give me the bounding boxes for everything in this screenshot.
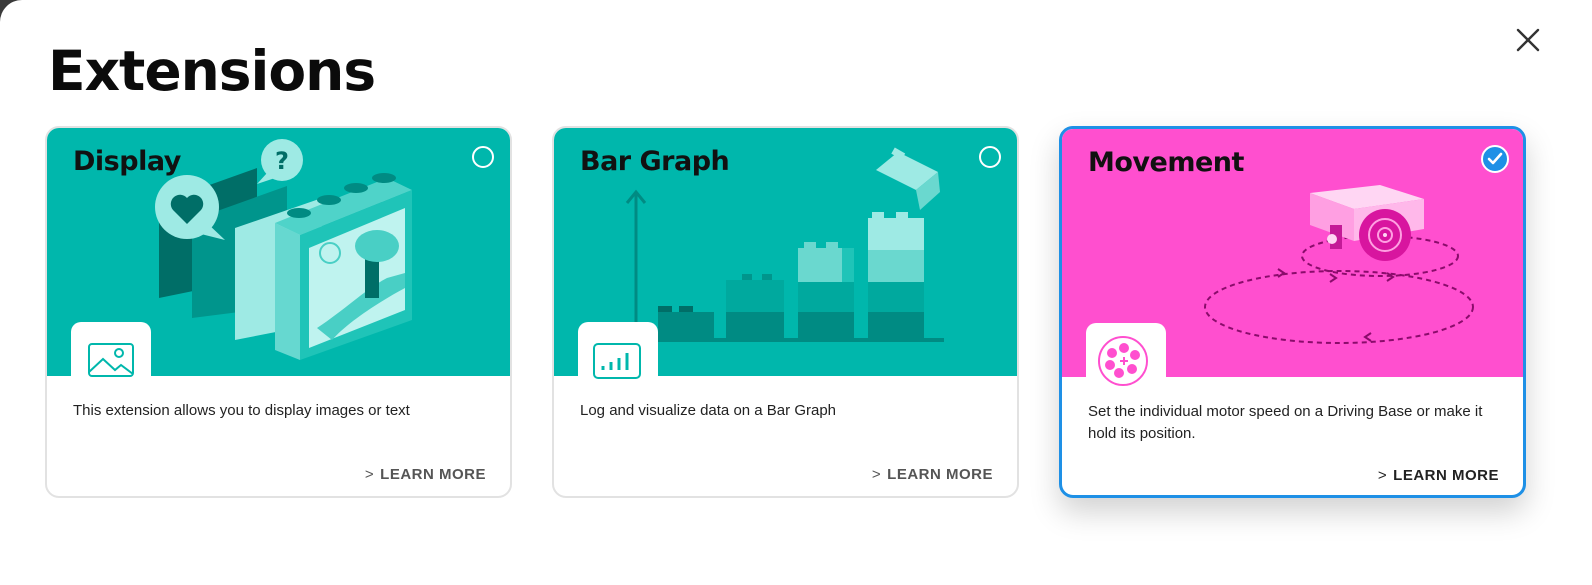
check-icon — [1487, 152, 1503, 165]
extension-card-bar-graph[interactable]: Bar Graph Log and visualize data on a Ba… — [552, 126, 1019, 498]
extensions-dialog: Extensions ? Display This extension allo… — [0, 0, 1592, 585]
card-title: Movement — [1088, 147, 1244, 178]
card-description: Log and visualize data on a Bar Graph — [580, 402, 837, 419]
learn-more-label: LEARN MORE — [887, 466, 993, 483]
select-radio-display[interactable] — [472, 146, 494, 168]
chevron-right-icon: > — [364, 466, 375, 483]
close-icon — [1516, 28, 1540, 52]
learn-more-link[interactable]: > LEARN MORE — [872, 466, 993, 483]
chevron-right-icon: > — [1377, 467, 1388, 484]
learn-more-link[interactable]: > LEARN MORE — [1378, 467, 1499, 484]
bar-chart-icon — [593, 343, 641, 379]
card-title: Bar Graph — [580, 146, 730, 177]
learn-more-label: LEARN MORE — [1393, 467, 1499, 484]
motor-icon — [1098, 336, 1148, 386]
card-icon-tile — [578, 322, 658, 392]
svg-text:?: ? — [275, 147, 289, 175]
select-radio-bar-graph[interactable] — [979, 146, 1001, 168]
image-icon — [88, 343, 134, 377]
close-button[interactable] — [1510, 22, 1546, 58]
chevron-right-icon: > — [871, 466, 882, 483]
selected-check[interactable] — [1481, 145, 1509, 173]
card-description: Set the individual motor speed on a Driv… — [1088, 403, 1483, 442]
learn-more-link[interactable]: > LEARN MORE — [365, 466, 486, 483]
extension-card-movement[interactable]: Movement Set the individual motor speed … — [1059, 126, 1526, 498]
extension-card-display[interactable]: ? Display This extension allows you to d… — [45, 126, 512, 498]
card-description: This extension allows you to display ima… — [73, 402, 410, 419]
card-icon-tile — [71, 322, 151, 392]
card-icon-tile — [1086, 323, 1166, 393]
dialog-title: Extensions — [48, 39, 376, 103]
learn-more-label: LEARN MORE — [380, 466, 486, 483]
card-title: Display — [73, 146, 181, 177]
